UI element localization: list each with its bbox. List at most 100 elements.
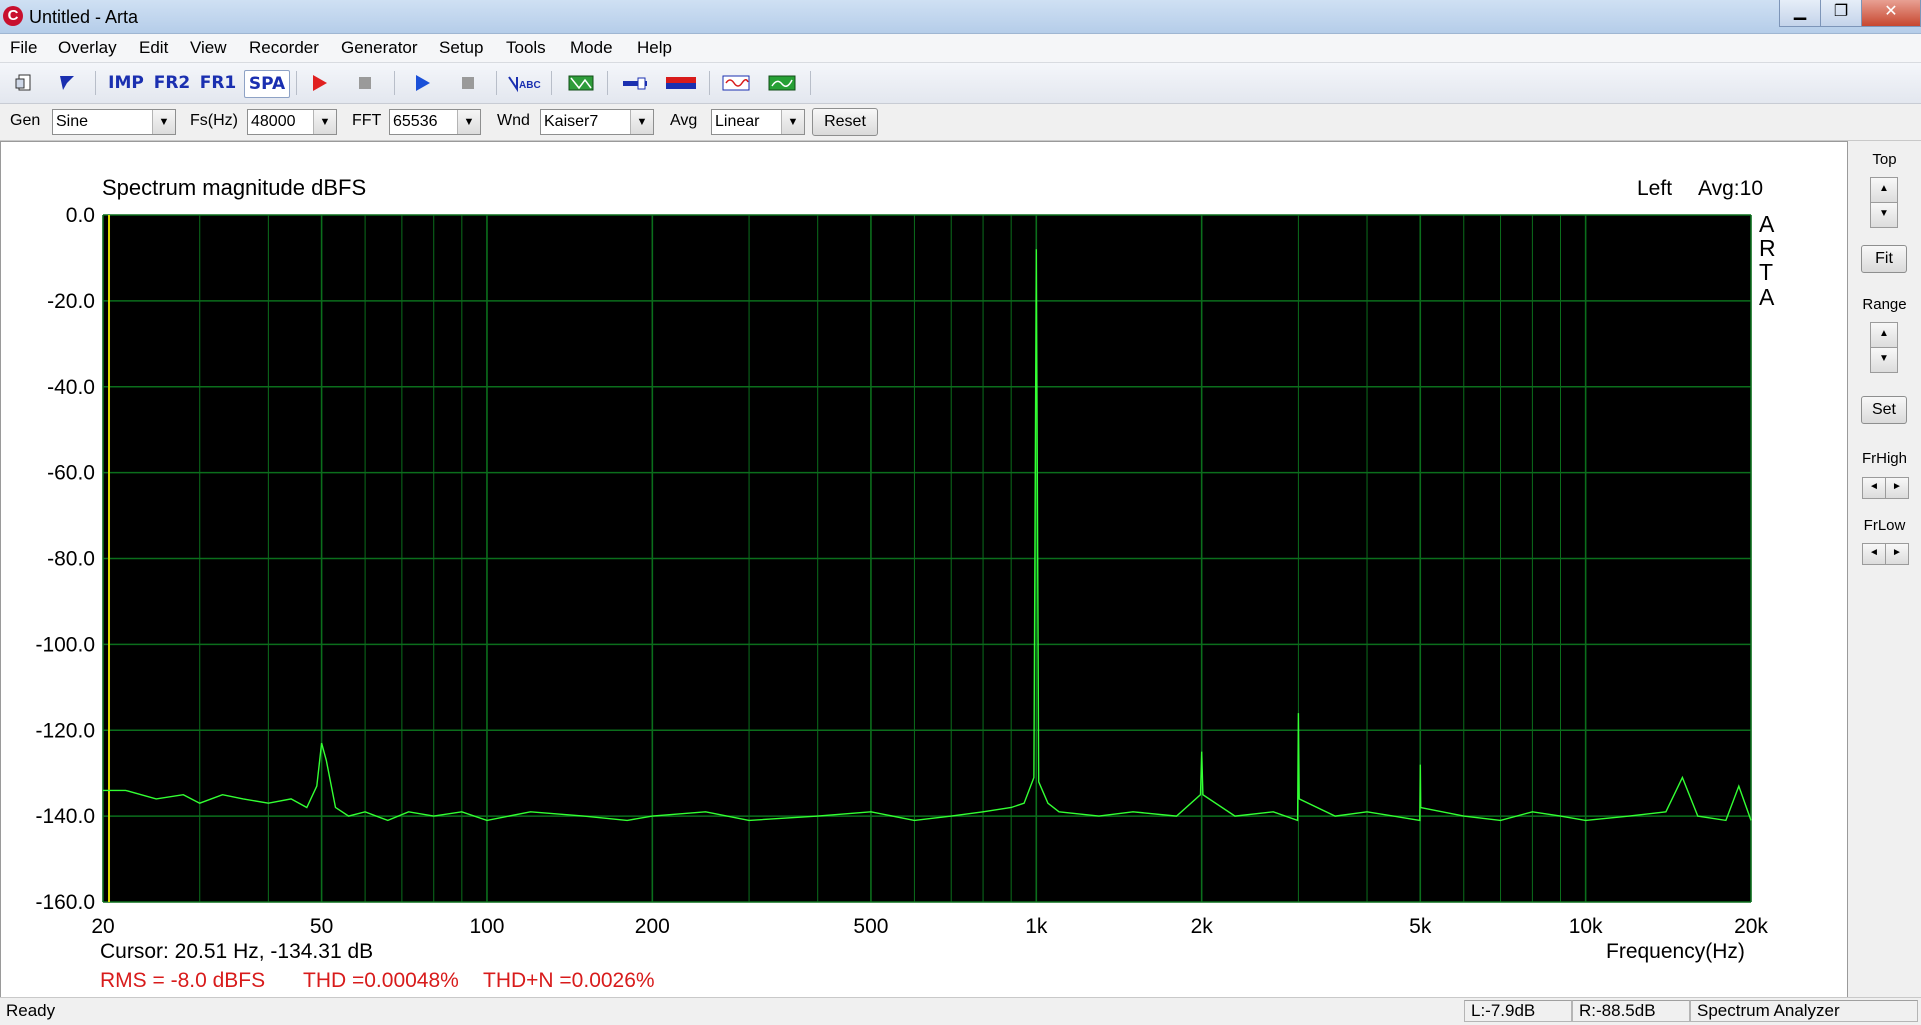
frlow-right-button[interactable]: ► [1885,543,1909,565]
thdn-readout: THD+N =0.0026% [483,969,655,992]
level-meter-icon[interactable] [664,70,698,96]
y-tick-label: -40.0 [47,376,95,399]
generator-play-icon[interactable] [409,70,435,96]
abc-marker-icon[interactable]: ABC [506,70,542,96]
status-mode: Spectrum Analyzer [1690,1000,1918,1022]
record-play-icon[interactable] [306,70,332,96]
window-title: Untitled - Arta [29,7,139,27]
menu-edit[interactable]: Edit [139,38,168,58]
x-tick-label: 5k [1409,915,1432,938]
range-down-button[interactable]: ▼ [1870,347,1898,373]
spectrum-chart[interactable]: Spectrum magnitude dBFS Left Avg:10 20 50… [1,142,1847,997]
brand-letter-t: T [1759,259,1773,285]
chevron-down-icon[interactable]: ▼ [152,110,175,134]
connector-icon[interactable] [620,70,650,96]
y-tick-label: -160.0 [35,891,95,914]
fr1-button[interactable]: FR1 [198,70,238,96]
range-up-button[interactable]: ▲ [1870,322,1898,348]
menu-tools[interactable]: Tools [506,38,546,58]
title-bar: C Untitled - Arta ▁ ❐ ✕ [0,0,1921,34]
y-tick-label: -60.0 [47,462,95,485]
y-tick-label: -120.0 [35,719,95,742]
oscilloscope-icon[interactable] [720,70,752,96]
wnd-label: Wnd [497,112,530,129]
close-button[interactable]: ✕ [1861,0,1921,27]
menu-generator[interactable]: Generator [341,38,418,58]
gen-value: Sine [56,113,89,130]
x-tick-label: 200 [635,915,670,938]
chevron-down-icon[interactable]: ▼ [630,110,653,134]
x-axis-label: Frequency(Hz) [1606,940,1745,963]
menu-view[interactable]: View [190,38,227,58]
x-tick-label: 2k [1191,915,1214,938]
thd-readout: THD =0.00048% [303,969,459,992]
menu-file[interactable]: File [10,38,37,58]
gen-select[interactable]: Sine ▼ [52,109,176,135]
avg-count-label: Avg:10 [1698,177,1763,200]
imp-button[interactable]: IMP [106,70,146,96]
record-stop-icon[interactable] [352,70,378,96]
x-tick-label: 100 [469,915,504,938]
new-document-icon[interactable] [12,70,38,96]
frhigh-right-button[interactable]: ► [1885,477,1909,499]
analyzer-control-bar: Gen Sine ▼ Fs(Hz) 48000 ▼ FFT 65536 ▼ Wn… [0,104,1921,141]
reset-button[interactable]: Reset [812,108,878,136]
x-tick-label: 20k [1734,915,1768,938]
set-button[interactable]: Set [1861,396,1907,424]
chevron-down-icon[interactable]: ▼ [457,110,480,134]
generator-stop-icon[interactable] [455,70,481,96]
arta-app-icon[interactable]: C [3,6,23,26]
avg-label: Avg [670,112,698,129]
fs-label: Fs(Hz) [190,112,238,129]
fft-value: 65536 [393,113,438,130]
rms-readout: RMS = -8.0 dBFS [100,969,265,992]
brand-letter-r: R [1759,235,1776,261]
status-left-level: L:-7.9dB [1464,1000,1572,1022]
wnd-value: Kaiser7 [544,113,599,130]
spa-button[interactable]: SPA [244,70,290,98]
x-tick-label: 10k [1569,915,1603,938]
menu-setup[interactable]: Setup [439,38,483,58]
gen-label: Gen [10,112,41,129]
svg-text:ABC: ABC [519,80,541,91]
frhigh-left-button[interactable]: ◄ [1862,477,1886,499]
x-tick-label: 20 [91,915,114,938]
spectrum-scope-icon[interactable] [766,70,798,96]
cursor-readout: Cursor: 20.51 Hz, -134.31 dB [100,940,373,963]
menu-help[interactable]: Help [637,38,672,58]
menu-bar: File Overlay Edit View Recorder Generato… [0,34,1921,63]
top-label: Top [1872,151,1897,168]
maximize-button[interactable]: ❐ [1820,0,1862,27]
fs-select[interactable]: 48000 ▼ [247,109,337,135]
avg-value: Linear [715,113,760,130]
top-up-button[interactable]: ▲ [1870,177,1898,203]
range-label: Range [1862,296,1907,313]
minimize-button[interactable]: ▁ [1779,0,1821,27]
avg-select[interactable]: Linear ▼ [711,109,805,135]
grid-display-icon[interactable] [566,70,596,96]
wnd-select[interactable]: Kaiser7 ▼ [540,109,654,135]
fft-select[interactable]: 65536 ▼ [389,109,481,135]
spectrum-plot-pane[interactable]: Spectrum magnitude dBFS Left Avg:10 20 50… [0,141,1848,998]
brand-letter-a: A [1759,211,1775,237]
y-tick-label: -140.0 [35,805,95,828]
chevron-down-icon[interactable]: ▼ [781,110,804,134]
y-tick-label: -20.0 [47,290,95,313]
fr2-button[interactable]: FR2 [152,70,192,96]
frlow-left-button[interactable]: ◄ [1862,543,1886,565]
fit-button[interactable]: Fit [1861,245,1907,273]
status-bar: Ready L:-7.9dB R:-88.5dB Spectrum Analyz… [0,997,1921,1025]
chevron-down-icon[interactable]: ▼ [313,110,336,134]
chart-title: Spectrum magnitude dBFS [102,175,366,200]
menu-mode[interactable]: Mode [570,38,613,58]
frhigh-label: FrHigh [1861,450,1907,467]
top-down-button[interactable]: ▼ [1870,202,1898,228]
menu-recorder[interactable]: Recorder [249,38,319,58]
open-arrow-icon[interactable] [54,70,80,96]
fft-label: FFT [352,112,382,129]
menu-overlay[interactable]: Overlay [58,38,117,58]
channel-label: Left [1637,177,1672,200]
main-toolbar: IMP FR2 FR1 SPA ABC [0,63,1921,104]
y-tick-label: 0.0 [66,204,95,227]
scale-control-panel: Top ▲ ▼ Fit Range ▲ ▼ Set FrHigh ◄ ► FrL… [1848,141,1921,996]
